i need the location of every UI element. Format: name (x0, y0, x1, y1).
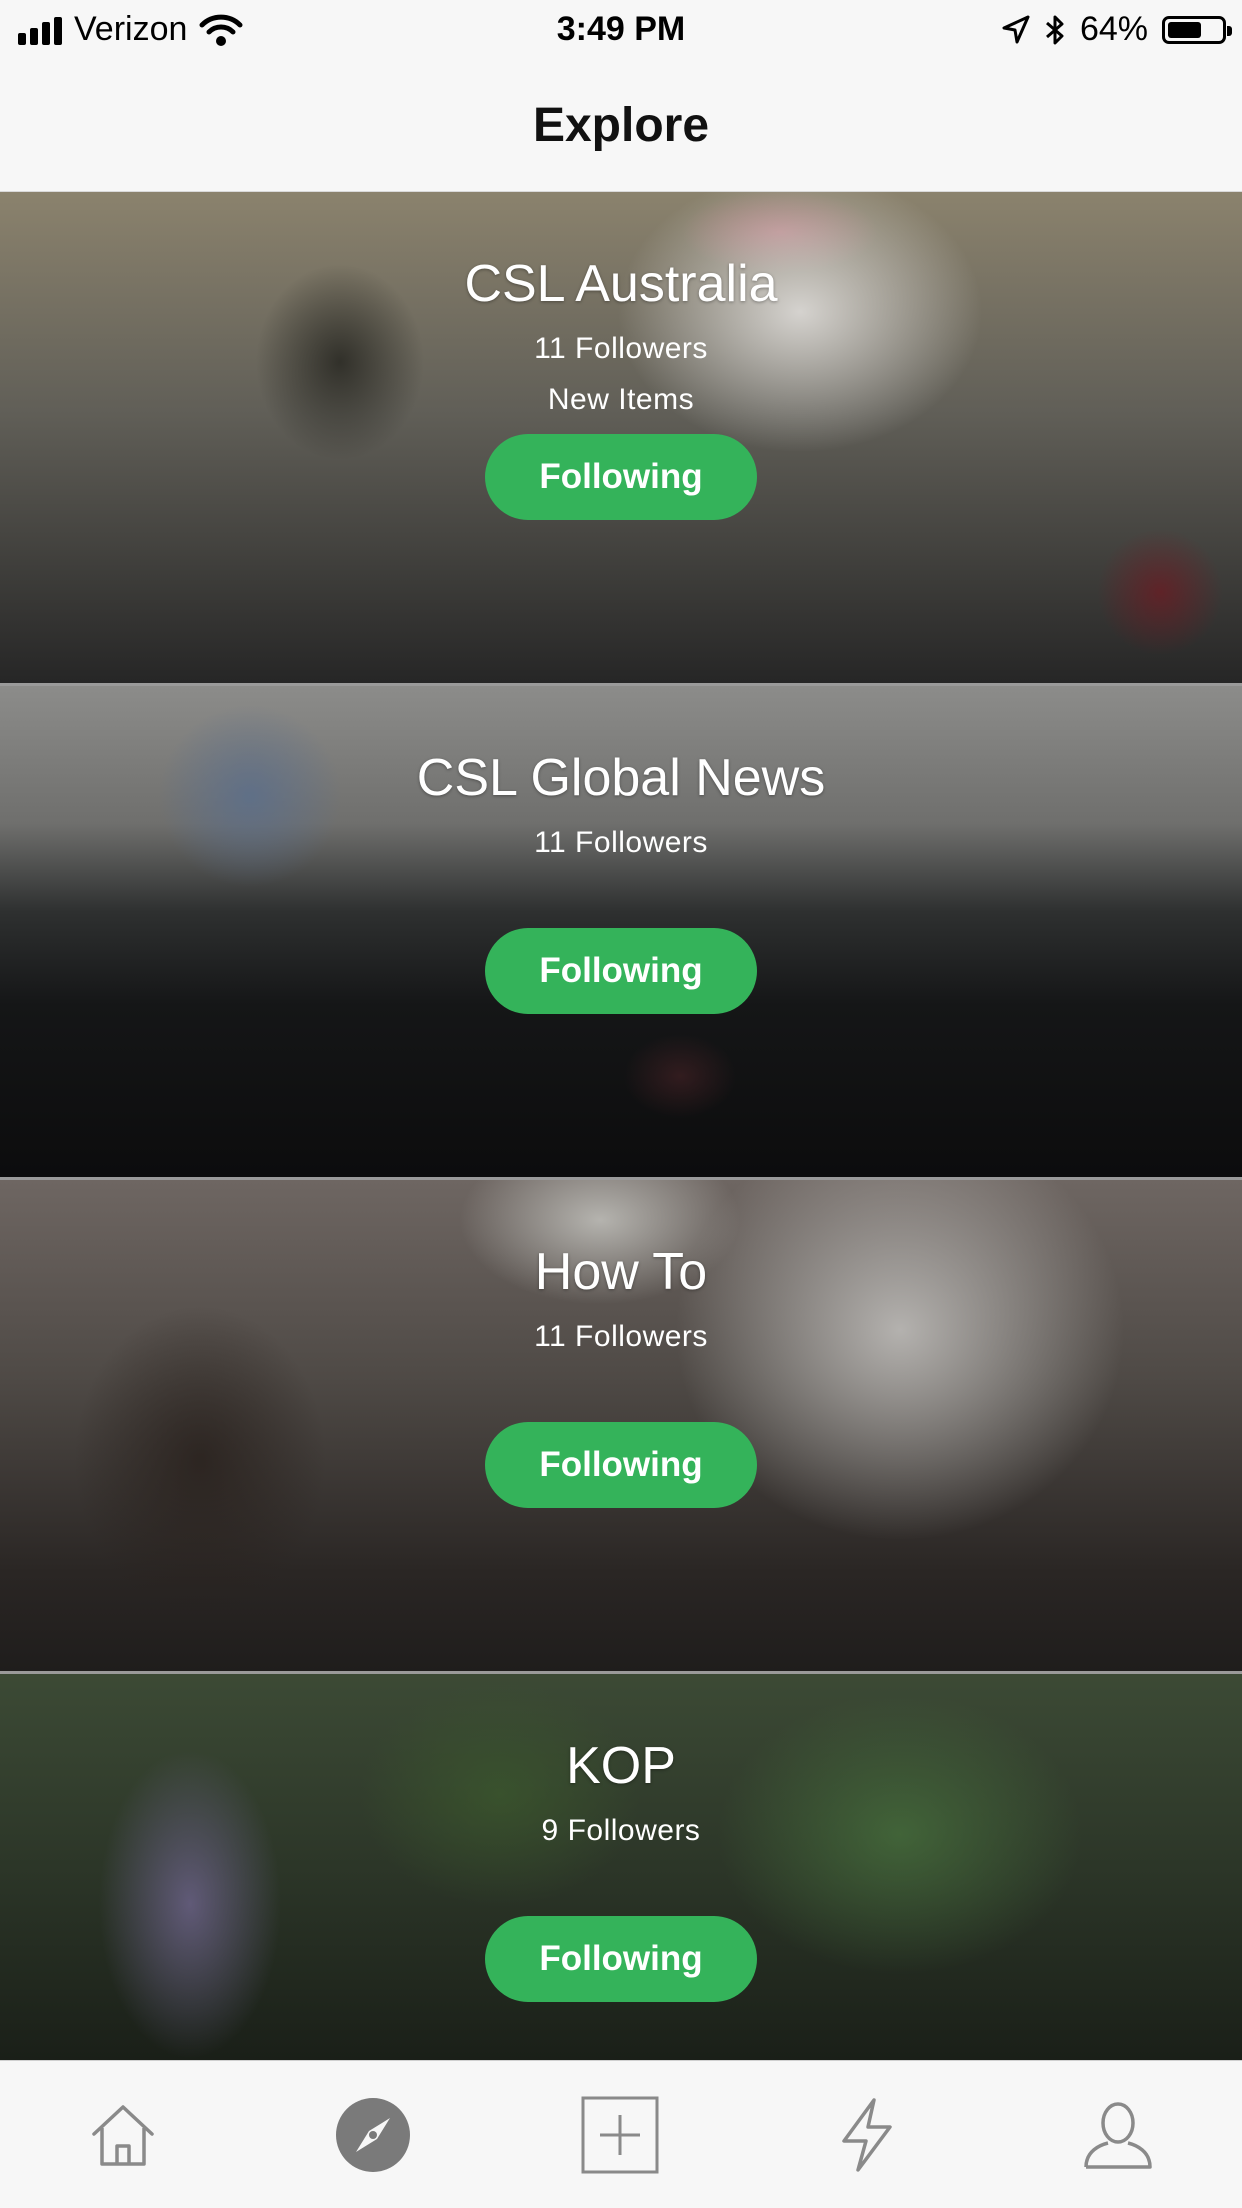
following-button[interactable]: Following (485, 1916, 757, 2002)
channel-title: CSL Australia (464, 255, 778, 313)
tab-profile[interactable] (1073, 2095, 1163, 2175)
tab-home[interactable] (78, 2095, 168, 2175)
follower-count: 11 Followers (534, 332, 708, 365)
channel-card-kop[interactable]: KOP 9 Followers Following (0, 1674, 1242, 2060)
explore-screen: Verizon 3:49 PM 64% Explore CSL Australi… (0, 0, 1242, 2208)
card-background-image (0, 1674, 1242, 2060)
compass-icon (334, 2096, 412, 2174)
follower-count: 11 Followers (534, 1320, 708, 1353)
following-button[interactable]: Following (485, 1422, 757, 1508)
battery-level-fill (1168, 21, 1201, 38)
location-arrow-icon (1002, 15, 1030, 45)
following-button[interactable]: Following (485, 434, 757, 520)
channel-title: KOP (566, 1737, 676, 1795)
lightning-icon (836, 2097, 898, 2173)
follower-count: 9 Followers (541, 1814, 701, 1847)
new-items-label: New Items (547, 383, 695, 416)
channel-card-how-to[interactable]: How To 11 Followers Following (0, 1180, 1242, 1674)
tab-activity[interactable] (822, 2095, 912, 2175)
home-icon (88, 2100, 158, 2170)
status-right: 64% (1002, 10, 1232, 49)
profile-icon (1082, 2099, 1154, 2171)
tab-explore[interactable] (328, 2095, 418, 2175)
channel-card-csl-global-news[interactable]: CSL Global News 11 Followers Following (0, 686, 1242, 1180)
battery-percent: 64% (1079, 10, 1148, 48)
channel-card-csl-australia[interactable]: CSL Australia 11 Followers New Items Fol… (0, 192, 1242, 686)
follower-count: 11 Followers (534, 826, 708, 859)
status-bar: Verizon 3:49 PM 64% (0, 0, 1242, 62)
bluetooth-icon (1044, 14, 1066, 46)
add-square-icon (580, 2095, 660, 2175)
battery-icon (1162, 15, 1232, 44)
channel-title: How To (534, 1243, 708, 1301)
tab-bar (0, 2060, 1242, 2208)
navigation-bar: Explore (0, 62, 1242, 192)
page-title: Explore (532, 99, 710, 152)
following-button[interactable]: Following (485, 928, 757, 1014)
channel-title: CSL Global News (416, 749, 826, 807)
tab-add[interactable] (575, 2095, 665, 2175)
